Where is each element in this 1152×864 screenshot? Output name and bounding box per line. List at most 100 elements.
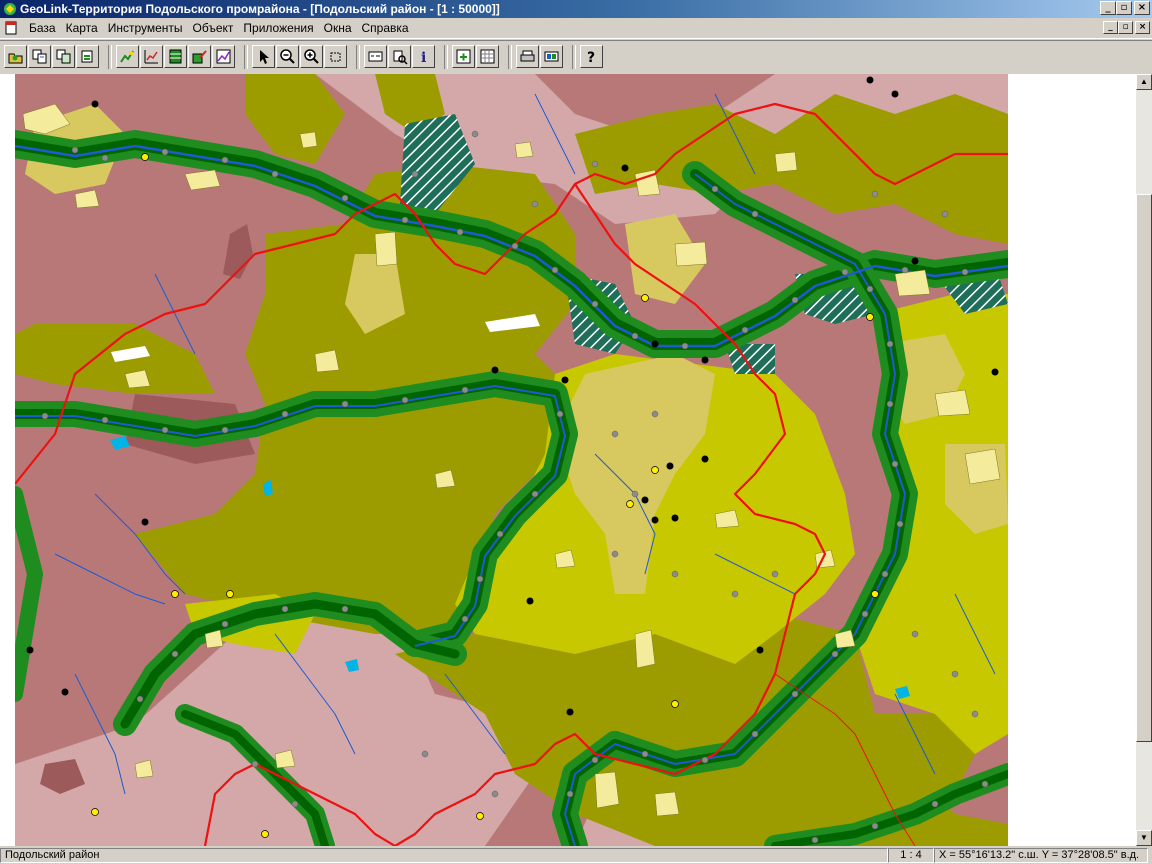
- print-button[interactable]: [516, 45, 539, 68]
- gray-marker: [631, 332, 639, 340]
- gray-marker: [861, 610, 869, 618]
- open-database-icon: [8, 53, 23, 64]
- settlement: [774, 151, 798, 173]
- paste-layer-icon: [56, 49, 71, 64]
- black-point: [701, 455, 709, 463]
- geolink-app-icon[interactable]: [3, 2, 17, 16]
- menu-prilozheniya[interactable]: Приложения: [238, 21, 318, 35]
- menu-karta[interactable]: Карта: [61, 21, 103, 35]
- gray-marker: [671, 570, 679, 578]
- zoom-window-button[interactable]: [324, 45, 347, 68]
- legend-search-button[interactable]: [388, 45, 411, 68]
- menu-okna[interactable]: Окна: [319, 21, 357, 35]
- settlement: [654, 791, 680, 817]
- yellow-point: [626, 500, 634, 508]
- gray-marker: [496, 530, 504, 538]
- menu-baza[interactable]: База: [24, 21, 61, 35]
- maximize-button[interactable]: ▫: [1116, 1, 1132, 15]
- gray-marker: [71, 146, 79, 154]
- gray-marker: [566, 790, 574, 798]
- mdi-minimize-button[interactable]: _: [1103, 21, 1118, 34]
- black-point: [141, 518, 149, 526]
- table-view-button[interactable]: [164, 45, 187, 68]
- draw-object-icon: [192, 50, 207, 64]
- black-point: [26, 646, 34, 654]
- help-question-icon: ?: [587, 50, 595, 65]
- gray-marker: [641, 750, 649, 758]
- gray-marker: [271, 170, 279, 178]
- black-point: [911, 257, 919, 265]
- settlement: [314, 349, 340, 373]
- toolbar-separator: [508, 44, 512, 69]
- map-window-button[interactable]: [364, 45, 387, 68]
- gray-marker: [941, 210, 949, 218]
- map-canvas[interactable]: [15, 74, 1008, 846]
- menu-obyekt[interactable]: Объект: [188, 21, 239, 35]
- mdi-restore-button[interactable]: ▫: [1118, 21, 1133, 34]
- yellow-point: [866, 313, 874, 321]
- black-point: [651, 516, 659, 524]
- zoom-in-button[interactable]: [300, 45, 323, 68]
- map-window: ▲ ▼: [0, 74, 1152, 846]
- minimize-button[interactable]: _: [1100, 1, 1116, 15]
- chart-edit-button[interactable]: [140, 45, 163, 68]
- layer-properties-button[interactable]: [76, 45, 99, 68]
- vertical-scrollbar[interactable]: ▲ ▼: [1136, 74, 1152, 846]
- black-point: [91, 100, 99, 108]
- select-arrow-button[interactable]: [252, 45, 275, 68]
- gray-marker: [461, 386, 469, 394]
- gray-marker: [681, 342, 689, 350]
- zoom-out-button[interactable]: [276, 45, 299, 68]
- gray-marker: [101, 154, 109, 162]
- scroll-up-arrow[interactable]: ▲: [1136, 74, 1152, 90]
- gray-marker: [886, 400, 894, 408]
- gray-marker: [531, 200, 539, 208]
- close-button[interactable]: ×: [1134, 1, 1150, 15]
- add-window-button[interactable]: [452, 45, 475, 68]
- calculator-button[interactable]: [476, 45, 499, 68]
- gray-marker: [791, 690, 799, 698]
- gray-marker: [221, 156, 229, 164]
- settlement: [964, 448, 1001, 485]
- gray-marker: [811, 836, 819, 844]
- menu-spravka[interactable]: Справка: [357, 21, 414, 35]
- gray-marker: [281, 410, 289, 418]
- gray-marker: [531, 490, 539, 498]
- graph-view-button[interactable]: [212, 45, 235, 68]
- gray-marker: [41, 412, 49, 420]
- menu-bar: База Карта Инструменты Объект Приложения…: [0, 18, 1152, 39]
- gray-marker: [421, 750, 429, 758]
- gray-marker: [591, 756, 599, 764]
- settlement: [514, 141, 534, 159]
- menu-instrumenty[interactable]: Инструменты: [103, 21, 188, 35]
- settlement: [594, 771, 620, 809]
- toolbar-separator: [572, 44, 576, 69]
- gray-marker: [341, 194, 349, 202]
- scroll-thumb[interactable]: [1136, 194, 1152, 742]
- document-icon[interactable]: [4, 21, 18, 35]
- gray-marker: [901, 266, 909, 274]
- settlement: [934, 389, 971, 417]
- toolbar: i ?: [0, 40, 1152, 72]
- info-button[interactable]: i: [412, 45, 435, 68]
- gray-marker: [971, 710, 979, 718]
- gray-marker: [281, 605, 289, 613]
- open-database-button[interactable]: [4, 45, 27, 68]
- gray-marker: [701, 756, 709, 764]
- gray-marker: [981, 780, 989, 788]
- scroll-down-arrow[interactable]: ▼: [1136, 830, 1152, 846]
- printer-icon: [520, 50, 535, 62]
- legend-search-icon: [393, 50, 408, 65]
- help-button[interactable]: ?: [580, 45, 603, 68]
- copy-layer-button[interactable]: [28, 45, 51, 68]
- export-button[interactable]: [540, 45, 563, 68]
- black-point: [671, 514, 679, 522]
- mdi-close-button[interactable]: ×: [1135, 21, 1150, 34]
- black-point: [991, 368, 999, 376]
- draw-object-button[interactable]: [188, 45, 211, 68]
- gray-marker: [291, 800, 299, 808]
- gray-marker: [886, 340, 894, 348]
- edit-object-button[interactable]: [116, 45, 139, 68]
- gray-marker: [751, 730, 759, 738]
- paste-layer-button[interactable]: [52, 45, 75, 68]
